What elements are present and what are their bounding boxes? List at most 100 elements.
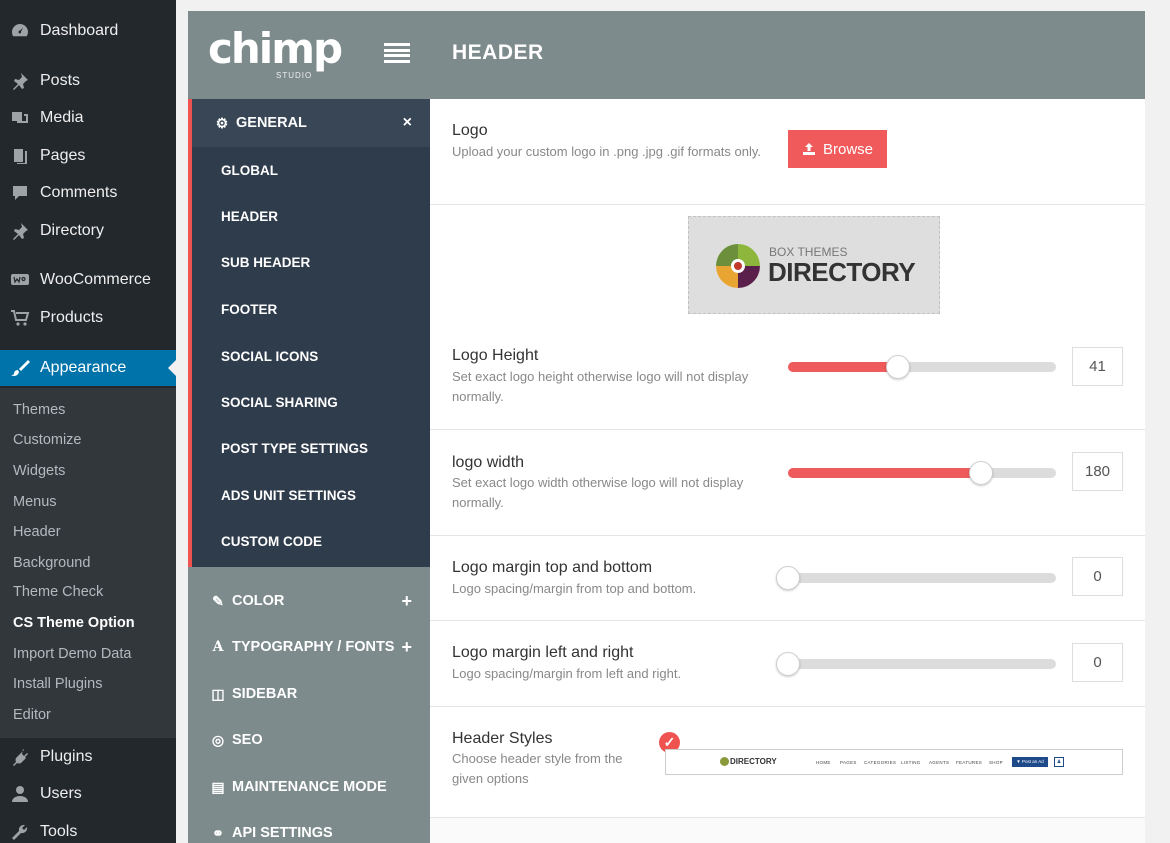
preview-logo-mark-icon: [720, 757, 729, 766]
nav-seo[interactable]: ◎ SEO: [188, 717, 430, 763]
nav-footer[interactable]: FOOTER: [221, 302, 277, 317]
hamburger-menu-icon[interactable]: [384, 43, 410, 63]
upload-icon: [802, 143, 815, 155]
logo-margin-lr-slider[interactable]: [776, 652, 1056, 676]
nav-maintenance-mode[interactable]: ▤ MAINTENANCE MODE: [188, 764, 430, 810]
page-title: HEADER: [452, 41, 544, 64]
slider-handle[interactable]: [885, 355, 910, 379]
logo-margin-tb-input[interactable]: 0: [1072, 557, 1123, 596]
submenu-editor[interactable]: Editor: [13, 707, 51, 723]
logo-height-row: Logo Height Set exact logo height otherw…: [430, 324, 1145, 430]
woocommerce-icon: [0, 270, 40, 290]
nav-ads-unit-settings[interactable]: ADS UNIT SETTINGS: [221, 488, 356, 503]
nav-sub-header[interactable]: SUB HEADER: [221, 255, 310, 270]
logo-brand: chimp: [208, 24, 343, 73]
submenu-cs-theme-option[interactable]: CS Theme Option: [13, 615, 135, 631]
nav-maintenance-label: MAINTENANCE MODE: [232, 779, 387, 795]
panel-header: chimp STUDIO HEADER: [188, 11, 1145, 99]
logo-height-input[interactable]: 41: [1072, 347, 1123, 386]
menu-comments[interactable]: Comments: [0, 175, 176, 211]
options-nav: ⚙ GENERAL × GLOBAL HEADER SUB HEADER FOO…: [188, 99, 430, 843]
logo-margin-lr-row: Logo margin left and right Logo spacing/…: [430, 621, 1145, 707]
nav-post-type-settings[interactable]: POST TYPE SETTINGS: [221, 441, 368, 456]
submenu-menus[interactable]: Menus: [13, 494, 57, 510]
nav-social-sharing[interactable]: SOCIAL SHARING: [221, 395, 338, 410]
header-styles-row: Header Styles Choose header style from t…: [430, 707, 1145, 818]
submenu-header[interactable]: Header: [13, 524, 61, 540]
menu-posts[interactable]: Posts: [0, 63, 176, 99]
slider-title: Logo margin top and bottom: [452, 559, 653, 576]
nav-typography[interactable]: A TYPOGRAPHY / FONTS +: [188, 624, 430, 670]
header-styles-title: Header Styles: [452, 730, 553, 747]
menu-tools[interactable]: Tools: [0, 814, 176, 843]
nav-sidebar[interactable]: ◫ SIDEBAR: [188, 671, 430, 717]
preview-nav-item: CATEGORIES: [864, 760, 897, 765]
wand-icon: ✎: [212, 592, 224, 609]
slider-handle[interactable]: [776, 652, 800, 676]
submenu-theme-check[interactable]: Theme Check: [13, 584, 103, 600]
logo-title: Logo: [452, 122, 488, 139]
cart-icon: [0, 308, 40, 328]
submenu-customize[interactable]: Customize: [13, 432, 82, 448]
menu-pages[interactable]: Pages: [0, 138, 176, 174]
preview-brand: DIRECTORY: [730, 757, 777, 766]
nav-sidebar-label: SIDEBAR: [232, 686, 298, 702]
directory-logo-mark-icon: [716, 244, 760, 288]
browse-label: Browse: [822, 140, 874, 158]
logo-margin-lr-input[interactable]: 0: [1072, 643, 1123, 682]
menu-label: Posts: [40, 72, 81, 89]
menu-directory[interactable]: Directory: [0, 213, 176, 249]
slider-title: Logo margin left and right: [452, 644, 634, 661]
submenu-background[interactable]: Background: [13, 555, 90, 571]
preview-nav-item: FEATURES: [956, 760, 983, 765]
header-style-option[interactable]: DIRECTORY HOME PAGES CATEGORIES LISTING …: [665, 749, 1123, 775]
compass-icon: ◎: [211, 731, 225, 748]
submenu-install-plugins[interactable]: Install Plugins: [13, 676, 102, 692]
menu-appearance[interactable]: Appearance: [0, 350, 176, 386]
server-icon: ▤: [211, 778, 225, 795]
preview-nav-item: AGENTS: [929, 760, 950, 765]
slider-handle[interactable]: [968, 461, 993, 485]
menu-label: Pages: [40, 147, 86, 164]
menu-label: Comments: [40, 184, 118, 201]
nav-custom-code[interactable]: CUSTOM CODE: [221, 534, 322, 549]
preview-login-icon: ♟: [1054, 757, 1064, 767]
menu-users[interactable]: Users: [0, 776, 176, 812]
submenu-import-demo-data[interactable]: Import Demo Data: [13, 646, 131, 662]
media-icon: [0, 108, 40, 128]
menu-label: WooCommerce: [40, 271, 151, 288]
preview-brand-big: DIRECTORY: [768, 257, 916, 287]
plus-icon[interactable]: +: [401, 591, 412, 612]
plus-icon[interactable]: +: [401, 637, 412, 658]
submenu-widgets[interactable]: Widgets: [13, 463, 65, 479]
slider-fill: [788, 468, 981, 478]
close-icon[interactable]: ×: [403, 114, 412, 132]
menu-plugins[interactable]: Plugins: [0, 739, 176, 775]
nav-general[interactable]: ⚙ GENERAL ×: [192, 99, 430, 147]
nav-api-settings[interactable]: ⚭ API SETTINGS: [188, 810, 430, 843]
menu-products[interactable]: Products: [0, 300, 176, 336]
plug-icon: [0, 747, 40, 767]
logo-width-slider[interactable]: [788, 461, 1056, 485]
menu-dashboard[interactable]: Dashboard: [0, 13, 176, 49]
preview-nav-item: SHOP: [989, 760, 1003, 765]
header-styles-desc: Choose header style from the given optio…: [452, 751, 623, 786]
logo-margin-tb-slider[interactable]: [776, 566, 1056, 590]
menu-media[interactable]: Media: [0, 100, 176, 136]
slider-handle[interactable]: [776, 566, 800, 590]
user-icon: [0, 784, 40, 804]
slider-desc: Logo spacing/margin from left and right.: [452, 666, 682, 681]
logo-height-slider[interactable]: [788, 355, 1056, 379]
nav-color[interactable]: ✎ COLOR +: [188, 578, 430, 624]
nav-global[interactable]: GLOBAL: [221, 163, 278, 178]
preview-nav-item: LISTING: [901, 760, 921, 765]
menu-woocommerce[interactable]: WooCommerce: [0, 262, 176, 298]
logo-width-input[interactable]: 180: [1072, 452, 1123, 491]
pin-icon: [0, 71, 40, 91]
wrench-icon: [0, 822, 40, 842]
nav-social-icons[interactable]: SOCIAL ICONS: [221, 349, 318, 364]
theme-option-panel: chimp STUDIO HEADER ⚙ GENERAL × GLOBAL H…: [188, 11, 1145, 843]
browse-button[interactable]: Browse: [788, 130, 887, 168]
submenu-themes[interactable]: Themes: [13, 402, 65, 418]
nav-header[interactable]: HEADER: [221, 209, 278, 224]
